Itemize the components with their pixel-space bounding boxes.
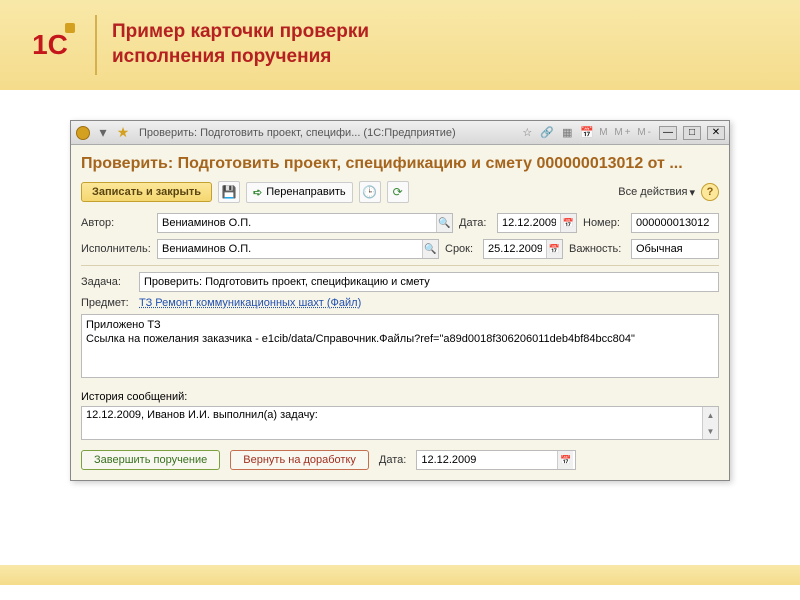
row-subject: Предмет: ТЗ Ремонт коммуникационных шахт… xyxy=(81,297,719,309)
calc-icon[interactable]: ▦ xyxy=(559,125,575,141)
nav-circle-icon[interactable] xyxy=(75,125,91,141)
deadline-input[interactable] xyxy=(484,240,546,258)
clock-icon[interactable]: 🕒 xyxy=(359,181,381,203)
author-field[interactable]: 🔍 xyxy=(157,213,453,233)
footer-date-field[interactable]: 📅 xyxy=(416,450,576,470)
app-window: ▾ ★ Проверить: Подготовить проект, специ… xyxy=(70,120,730,481)
rework-button[interactable]: Вернуть на доработку xyxy=(230,450,369,470)
number-input[interactable] xyxy=(631,213,719,233)
window-title: Проверить: Подготовить проект, специфи..… xyxy=(139,127,456,139)
label-subject: Предмет: xyxy=(81,297,133,309)
window-titlebar: ▾ ★ Проверить: Подготовить проект, специ… xyxy=(71,121,729,145)
page-title: Проверить: Подготовить проект, специфика… xyxy=(81,151,719,181)
history-scrollbar[interactable]: ▲ ▼ xyxy=(702,407,718,439)
date-picker-icon[interactable]: 📅 xyxy=(560,214,576,232)
label-date: Дата: xyxy=(459,217,491,229)
divider xyxy=(95,15,97,75)
minimize-button[interactable]: — xyxy=(659,126,677,140)
date-picker-icon[interactable]: 📅 xyxy=(557,451,573,469)
label-number: Номер: xyxy=(583,217,625,229)
star-small-icon[interactable]: ☆ xyxy=(519,125,535,141)
label-history: История сообщений: xyxy=(81,391,719,403)
chevron-down-icon: ▾ xyxy=(689,186,695,199)
forward-button[interactable]: ➪ Перенаправить xyxy=(246,182,353,203)
date-picker-icon[interactable]: 📅 xyxy=(546,240,562,258)
slide-footer-bar xyxy=(0,565,800,585)
footer-actions: Завершить поручение Вернуть на доработку… xyxy=(81,450,719,470)
history-box: 12.12.2009, Иванов И.И. выполнил(а) зада… xyxy=(81,406,719,440)
scroll-up-icon[interactable]: ▲ xyxy=(703,407,718,423)
label-author: Автор: xyxy=(81,217,151,229)
dropdown-arrow-icon[interactable]: ▾ xyxy=(95,125,111,141)
logo-1c: 1С xyxy=(20,18,80,73)
forward-arrow-icon: ➪ xyxy=(253,186,262,199)
date-field[interactable]: 📅 xyxy=(497,213,577,233)
link-icon[interactable]: 🔗 xyxy=(539,125,555,141)
slide-header: 1С Пример карточки проверки исполнения п… xyxy=(0,0,800,90)
author-input[interactable] xyxy=(158,214,436,232)
logo-badge-icon xyxy=(65,23,75,33)
lookup-icon[interactable]: 🔍 xyxy=(436,214,452,232)
label-executor: Исполнитель: xyxy=(81,243,151,255)
calendar-icon[interactable]: 📅 xyxy=(579,125,595,141)
close-button[interactable]: ✕ xyxy=(707,126,725,140)
scroll-down-icon[interactable]: ▼ xyxy=(703,423,718,439)
slide-title: Пример карточки проверки исполнения пору… xyxy=(112,20,369,69)
task-input[interactable] xyxy=(139,272,719,292)
app-body: Проверить: Подготовить проект, специфика… xyxy=(71,145,729,480)
complete-button[interactable]: Завершить поручение xyxy=(81,450,220,470)
description-textarea[interactable] xyxy=(81,314,719,378)
footer-date-input[interactable] xyxy=(417,451,557,469)
toolbar: Записать и закрыть 💾 ➪ Перенаправить 🕒 ⟳… xyxy=(81,181,719,203)
maximize-button[interactable]: □ xyxy=(683,126,701,140)
label-deadline: Срок: xyxy=(445,243,477,255)
label-task: Задача: xyxy=(81,276,133,288)
help-button[interactable]: ? xyxy=(701,183,719,201)
executor-input[interactable] xyxy=(158,240,422,258)
refresh-icon[interactable]: ⟳ xyxy=(387,181,409,203)
deadline-field[interactable]: 📅 xyxy=(483,239,563,259)
favorite-star-icon[interactable]: ★ xyxy=(115,125,131,141)
separator xyxy=(81,265,719,266)
row-author: Автор: 🔍 Дата: 📅 Номер: xyxy=(81,213,719,233)
subject-link[interactable]: ТЗ Ремонт коммуникационных шахт (Файл) xyxy=(139,297,361,309)
all-actions-menu[interactable]: Все действия ▾ xyxy=(618,186,695,199)
history-entry: 12.12.2009, Иванов И.И. выполнил(а) зада… xyxy=(82,407,702,439)
lookup-icon[interactable]: 🔍 xyxy=(422,240,438,258)
label-importance: Важность: xyxy=(569,243,625,255)
row-task: Задача: xyxy=(81,272,719,292)
date-input[interactable] xyxy=(498,214,560,232)
save-icon[interactable]: 💾 xyxy=(218,181,240,203)
memory-buttons[interactable]: M M+ M- xyxy=(599,127,653,138)
importance-input[interactable] xyxy=(631,239,719,259)
label-footer-date: Дата: xyxy=(379,454,406,466)
row-executor: Исполнитель: 🔍 Срок: 📅 Важность: xyxy=(81,239,719,259)
save-close-button[interactable]: Записать и закрыть xyxy=(81,182,212,202)
executor-field[interactable]: 🔍 xyxy=(157,239,439,259)
